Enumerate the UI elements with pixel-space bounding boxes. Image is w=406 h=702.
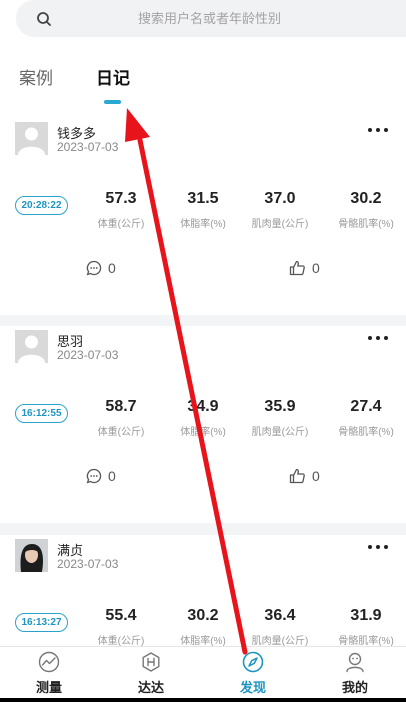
skeletal-value: 27.4 [350, 398, 382, 415]
avatar[interactable] [15, 330, 48, 363]
tab-cases[interactable]: 案例 [19, 64, 53, 89]
muscle-label: 肌肉量(公斤) [251, 636, 309, 647]
thumbs-up-icon [289, 260, 305, 276]
muscle-value: 36.4 [264, 607, 296, 624]
default-avatar-icon [15, 122, 48, 155]
comment-icon [86, 260, 102, 276]
more-options-icon[interactable] [368, 336, 388, 342]
muscle-value: 35.9 [264, 398, 296, 415]
metric-body-fat: 34.9 体脂率(%) [163, 396, 243, 438]
tab-measure-label: 测量 [35, 680, 62, 695]
header: 案例 日记 [0, 0, 406, 118]
default-avatar-icon [15, 330, 48, 363]
comment-count: 0 [108, 260, 116, 276]
weight-label: 体重(公斤) [97, 219, 145, 230]
metric-muscle: 36.4 肌肉量(公斤) [240, 605, 320, 647]
body-fat-value: 30.2 [187, 607, 219, 624]
comment-count: 0 [108, 468, 116, 484]
post-date: 2023-07-03 [57, 140, 119, 154]
metric-body-fat: 30.2 体脂率(%) [163, 605, 243, 647]
weight-value: 57.3 [105, 190, 137, 207]
metric-weight: 57.3 体重(公斤) [81, 188, 161, 230]
more-options-icon[interactable] [368, 128, 388, 134]
tab-bar: 案例 日记 [0, 64, 406, 94]
bottom-tab-bar: 测量 达达 发现 我的 [0, 646, 406, 698]
post-date: 2023-07-03 [57, 557, 119, 571]
tab-mine[interactable]: 我的 [325, 651, 385, 696]
weight-label: 体重(公斤) [97, 427, 145, 438]
metric-skeletal-muscle: 30.2 骨骼肌率(%) [326, 188, 406, 230]
muscle-value: 37.0 [264, 190, 296, 207]
time-badge: 20:28:22 [15, 196, 68, 215]
compass-icon [242, 651, 264, 673]
metric-weight: 58.7 体重(公斤) [81, 396, 161, 438]
search-bar[interactable] [16, 0, 406, 37]
user-photo-avatar [15, 539, 48, 572]
tab-measure[interactable]: 测量 [19, 651, 79, 696]
tab-dada[interactable]: 达达 [121, 651, 181, 696]
body-fat-label: 体脂率(%) [180, 636, 226, 647]
tab-diary[interactable]: 日记 [96, 64, 130, 89]
metric-muscle: 35.9 肌肉量(公斤) [240, 396, 320, 438]
comment-button[interactable]: 0 [86, 260, 116, 276]
tab-discover-label: 发现 [239, 680, 266, 695]
skeletal-label: 骨骼肌率(%) [338, 219, 394, 230]
comment-icon [86, 468, 102, 484]
avatar[interactable] [15, 539, 48, 572]
skeletal-label: 骨骼肌率(%) [338, 427, 394, 438]
search-icon[interactable] [36, 11, 52, 27]
skeletal-label: 骨骼肌率(%) [338, 636, 394, 647]
tab-mine-label: 我的 [341, 680, 368, 695]
weight-value: 55.4 [105, 607, 137, 624]
body-fat-label: 体脂率(%) [180, 219, 226, 230]
search-input[interactable] [138, 11, 358, 26]
muscle-label: 肌肉量(公斤) [251, 219, 309, 230]
dada-icon [142, 652, 160, 672]
app-screen: 案例 日记 钱多多 2023-07-03 20:28:22 57.3体重(公斤)… [0, 0, 406, 698]
tab-indicator [104, 100, 121, 104]
diary-card[interactable]: 思羽 2023-07-03 16:12:55 58.7 体重(公斤) 34.9 体脂… [0, 326, 406, 523]
body-fat-value: 34.9 [187, 398, 219, 415]
avatar[interactable] [15, 122, 48, 155]
diary-card[interactable]: 钱多多 2023-07-03 20:28:22 57.3 体重(公斤) 31.5 体… [0, 118, 406, 315]
time-badge: 16:13:27 [15, 613, 68, 632]
metric-weight: 55.4 体重(公斤) [81, 605, 161, 647]
time-badge: 16:12:55 [15, 404, 68, 423]
weight-label: 体重(公斤) [97, 636, 145, 647]
like-count: 0 [312, 260, 320, 276]
tab-discover[interactable]: 发现 [223, 651, 283, 696]
metric-body-fat: 31.5 体脂率(%) [163, 188, 243, 230]
post-date: 2023-07-03 [57, 348, 119, 362]
comment-button[interactable]: 0 [86, 468, 116, 484]
thumbs-up-icon [289, 468, 305, 484]
skeletal-value: 30.2 [350, 190, 382, 207]
metric-muscle: 37.0 肌肉量(公斤) [240, 188, 320, 230]
body-fat-value: 31.5 [187, 190, 219, 207]
muscle-label: 肌肉量(公斤) [251, 427, 309, 438]
like-count: 0 [312, 468, 320, 484]
skeletal-value: 31.9 [350, 607, 382, 624]
like-button[interactable]: 0 [289, 468, 320, 484]
tab-dada-label: 达达 [137, 680, 164, 695]
metric-skeletal-muscle: 31.9 骨骼肌率(%) [326, 605, 406, 647]
profile-icon [346, 652, 364, 673]
weight-value: 58.7 [105, 398, 137, 415]
metric-skeletal-muscle: 27.4 骨骼肌率(%) [326, 396, 406, 438]
more-options-icon[interactable] [368, 545, 388, 551]
body-fat-label: 体脂率(%) [180, 427, 226, 438]
measure-icon [38, 651, 60, 673]
like-button[interactable]: 0 [289, 260, 320, 276]
